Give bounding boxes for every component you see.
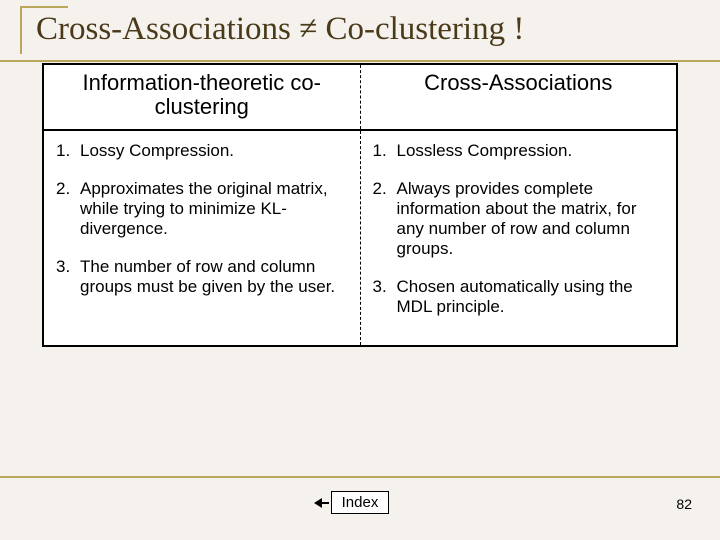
- table-body-row: 1. Lossy Compression. 2. Approximates th…: [44, 130, 676, 345]
- divider-bottom: [0, 476, 720, 478]
- item-number: 1.: [56, 141, 80, 161]
- list-item: 3. Chosen automatically using the MDL pr…: [373, 277, 665, 317]
- item-number: 1.: [373, 141, 397, 161]
- list-item: 2. Always provides complete information …: [373, 179, 665, 259]
- header-left: Information-theoretic co-clustering: [44, 65, 360, 130]
- item-number: 2.: [56, 179, 80, 239]
- index-link[interactable]: Index: [331, 491, 390, 514]
- item-number: 3.: [373, 277, 397, 317]
- page-number: 82: [676, 496, 692, 512]
- item-text: Chosen automatically using the MDL princ…: [397, 277, 665, 317]
- list-item: 2. Approximates the original matrix, whi…: [56, 179, 348, 239]
- divider-top: [0, 60, 720, 62]
- list-item: 3. The number of row and column groups m…: [56, 257, 348, 297]
- table-header-row: Information-theoretic co-clustering Cros…: [44, 65, 676, 130]
- right-cell: 1. Lossless Compression. 2. Always provi…: [360, 130, 676, 345]
- item-text: Always provides complete information abo…: [397, 179, 665, 259]
- item-text: Lossy Compression.: [80, 141, 348, 161]
- index-link-region: Index: [0, 491, 720, 514]
- item-text: The number of row and column groups must…: [80, 257, 348, 297]
- comparison-table: Information-theoretic co-clustering Cros…: [42, 63, 678, 348]
- item-number: 3.: [56, 257, 80, 297]
- list-item: 1. Lossy Compression.: [56, 141, 348, 161]
- arrow-left-icon: [314, 498, 322, 508]
- item-text: Lossless Compression.: [397, 141, 665, 161]
- header-right: Cross-Associations: [360, 65, 676, 130]
- page-title: Cross-Associations ≠ Co-clustering !: [30, 8, 702, 53]
- slide: Cross-Associations ≠ Co-clustering ! Inf…: [0, 0, 720, 540]
- item-number: 2.: [373, 179, 397, 259]
- list-item: 1. Lossless Compression.: [373, 141, 665, 161]
- title-region: Cross-Associations ≠ Co-clustering !: [30, 8, 702, 53]
- left-cell: 1. Lossy Compression. 2. Approximates th…: [44, 130, 360, 345]
- item-text: Approximates the original matrix, while …: [80, 179, 348, 239]
- decorative-bracket-vertical: [20, 6, 22, 54]
- index-label: Index: [342, 494, 379, 511]
- decorative-bracket-horizontal: [20, 6, 68, 8]
